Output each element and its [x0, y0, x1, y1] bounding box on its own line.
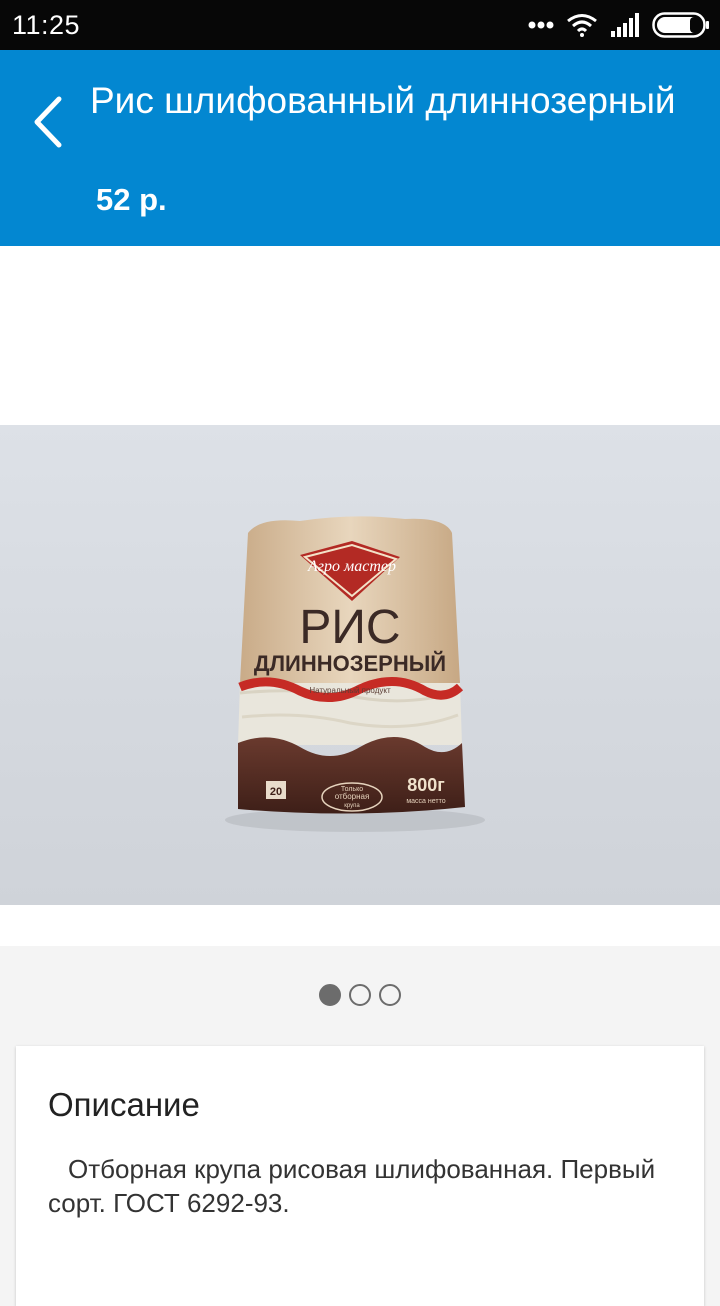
- back-button[interactable]: [24, 90, 72, 154]
- description-text: Отборная крупа рисовая шлифованная. Перв…: [48, 1154, 656, 1218]
- battery-icon: [652, 12, 709, 38]
- status-time: 11:25: [12, 10, 81, 40]
- dots-icon: [528, 21, 554, 29]
- signal-icon: [611, 13, 639, 37]
- status-bar: 11:25: [0, 0, 720, 50]
- image-gallery[interactable]: Агро мастер РИС ДЛИННОЗЕРНЫЙ Натуральный…: [0, 246, 720, 946]
- brand-label: Агро мастер: [307, 558, 396, 575]
- product-price: 52 р.: [96, 182, 167, 217]
- description-card: Описание Отборная крупа рисовая шлифован…: [16, 1046, 704, 1306]
- cook-time: 20: [270, 786, 282, 798]
- status-icons: [528, 10, 710, 40]
- chevron-left-icon: [34, 96, 62, 148]
- product-title: Рис шлифованный длиннозерный: [90, 80, 676, 121]
- app-bar: Рис шлифованный длиннозерный 52 р.: [0, 50, 720, 246]
- badge-line3: крупа: [344, 803, 360, 809]
- product-photo[interactable]: Агро мастер РИС ДЛИННОЗЕРНЫЙ Натуральный…: [0, 425, 720, 905]
- pager-dot-1[interactable]: [319, 984, 341, 1006]
- package-weight: 800г: [407, 775, 445, 795]
- badge-line2: отборная: [335, 792, 370, 801]
- package-name: РИС: [299, 601, 400, 654]
- wifi-icon: [567, 14, 597, 37]
- package-weight-label: масса нетто: [406, 798, 445, 805]
- pager-dot-2[interactable]: [349, 984, 371, 1006]
- description-heading: Описание: [48, 1086, 200, 1123]
- package-subname: ДЛИННОЗЕРНЫЙ: [254, 651, 446, 676]
- package-tagline: Натуральный продукт: [309, 686, 391, 695]
- pager-dot-3[interactable]: [379, 984, 401, 1006]
- image-pager: [0, 984, 720, 1010]
- rice-package-image: Агро мастер РИС ДЛИННОЗЕРНЫЙ Натуральный…: [225, 516, 485, 832]
